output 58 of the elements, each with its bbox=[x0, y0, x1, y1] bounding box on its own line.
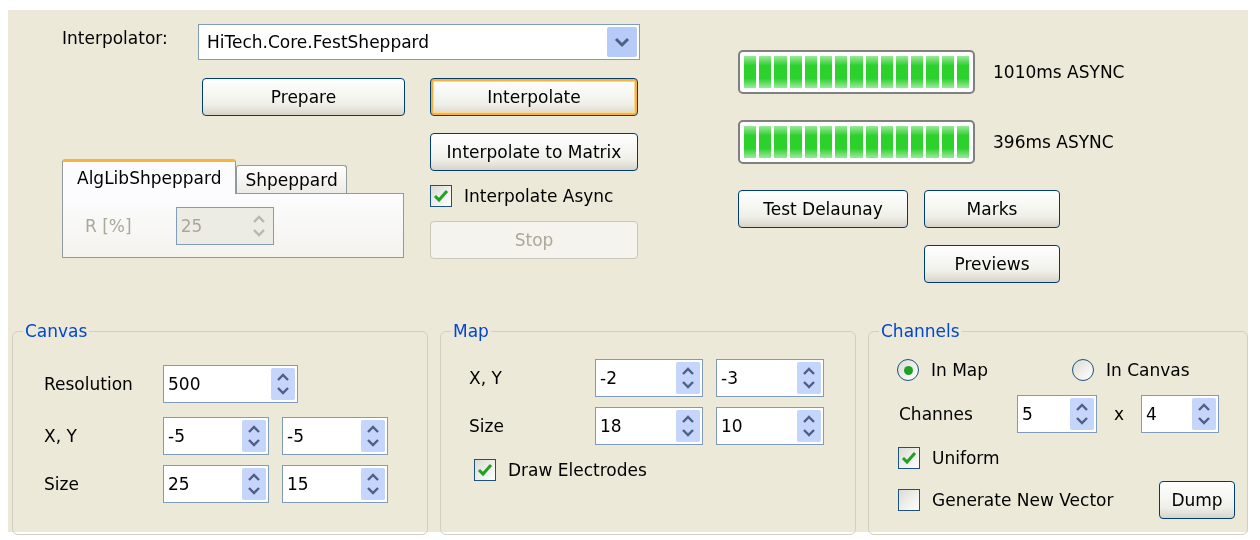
spin-arrows-icon[interactable] bbox=[242, 420, 266, 452]
spin-field[interactable]: -2 bbox=[595, 359, 703, 397]
spin-field[interactable]: -5 bbox=[163, 417, 269, 455]
radio-label: In Map bbox=[931, 360, 989, 380]
spin-arrows-icon[interactable] bbox=[361, 420, 385, 452]
checkbox[interactable] bbox=[430, 185, 452, 207]
checkbox-label: Uniform bbox=[932, 448, 1000, 468]
tool-button[interactable]: Previews bbox=[924, 245, 1060, 283]
interpolator-dropdown[interactable]: HiTech.Core.FestSheppard bbox=[198, 24, 640, 60]
progress-reading: 396ms ASYNC bbox=[993, 132, 1114, 152]
field-label: X, Y bbox=[44, 426, 78, 446]
field-label: Size bbox=[469, 416, 505, 436]
spin-field[interactable]: 15 bbox=[282, 465, 388, 503]
spin-arrows-icon[interactable] bbox=[361, 468, 385, 500]
times-label: x bbox=[1112, 404, 1126, 424]
checkbox-label: Interpolate Async bbox=[464, 186, 614, 206]
spin-arrows-icon[interactable] bbox=[1192, 398, 1216, 430]
radio-button[interactable] bbox=[897, 359, 919, 381]
spin-field[interactable]: -5 bbox=[282, 417, 388, 455]
progress-reading: 1010ms ASYNC bbox=[993, 62, 1125, 82]
spin-arrows-icon[interactable] bbox=[676, 410, 700, 442]
spin-field[interactable]: -3 bbox=[716, 359, 824, 397]
spin-arrows-icon[interactable] bbox=[242, 468, 266, 500]
spin-field[interactable]: 18 bbox=[595, 407, 703, 445]
tool-button[interactable]: Marks bbox=[924, 190, 1060, 228]
group-title: Canvas bbox=[24, 321, 89, 341]
group-title: Channels bbox=[880, 321, 961, 341]
spin-field[interactable]: 10 bbox=[716, 407, 824, 445]
field-label: Size bbox=[44, 474, 80, 494]
checkbox[interactable] bbox=[898, 489, 920, 511]
spin-field[interactable]: 25 bbox=[163, 465, 269, 503]
radio-button[interactable] bbox=[1072, 359, 1094, 381]
spin-arrows-icon[interactable] bbox=[1070, 398, 1094, 430]
checkbox[interactable] bbox=[474, 459, 496, 481]
tab[interactable]: Shpeppard bbox=[236, 165, 347, 193]
spin-field[interactable]: 4 bbox=[1141, 395, 1219, 433]
tab[interactable]: AlgLibShpeppard bbox=[62, 159, 237, 194]
spin-arrows-icon[interactable] bbox=[676, 362, 700, 394]
interpolate-to-matrix-button[interactable]: Interpolate to Matrix bbox=[430, 133, 638, 171]
spin-arrows-icon[interactable] bbox=[797, 410, 821, 442]
group-title: Map bbox=[452, 321, 490, 341]
field-label: X, Y bbox=[469, 368, 503, 388]
spin-arrows-icon[interactable] bbox=[271, 368, 295, 400]
spin-arrows-icon[interactable] bbox=[797, 362, 821, 394]
checkbox-label: Draw Electrodes bbox=[508, 460, 647, 480]
spin-field[interactable]: 500 bbox=[163, 365, 298, 403]
dump-button[interactable]: Dump bbox=[1159, 481, 1235, 519]
field-label: Resolution bbox=[44, 374, 134, 394]
spin-field[interactable]: 5 bbox=[1017, 395, 1097, 433]
interpolator-label: Interpolator: bbox=[62, 27, 169, 48]
r-percent-label: R [%] bbox=[85, 215, 132, 236]
field-label: Channes bbox=[899, 404, 974, 424]
checkbox-label: Generate New Vector bbox=[932, 490, 1114, 510]
radio-label: In Canvas bbox=[1106, 360, 1190, 380]
checkbox[interactable] bbox=[898, 447, 920, 469]
tool-button[interactable]: Test Delaunay bbox=[738, 190, 908, 228]
action-button[interactable]: Prepare bbox=[202, 78, 405, 116]
action-button[interactable]: Interpolate bbox=[430, 78, 638, 116]
